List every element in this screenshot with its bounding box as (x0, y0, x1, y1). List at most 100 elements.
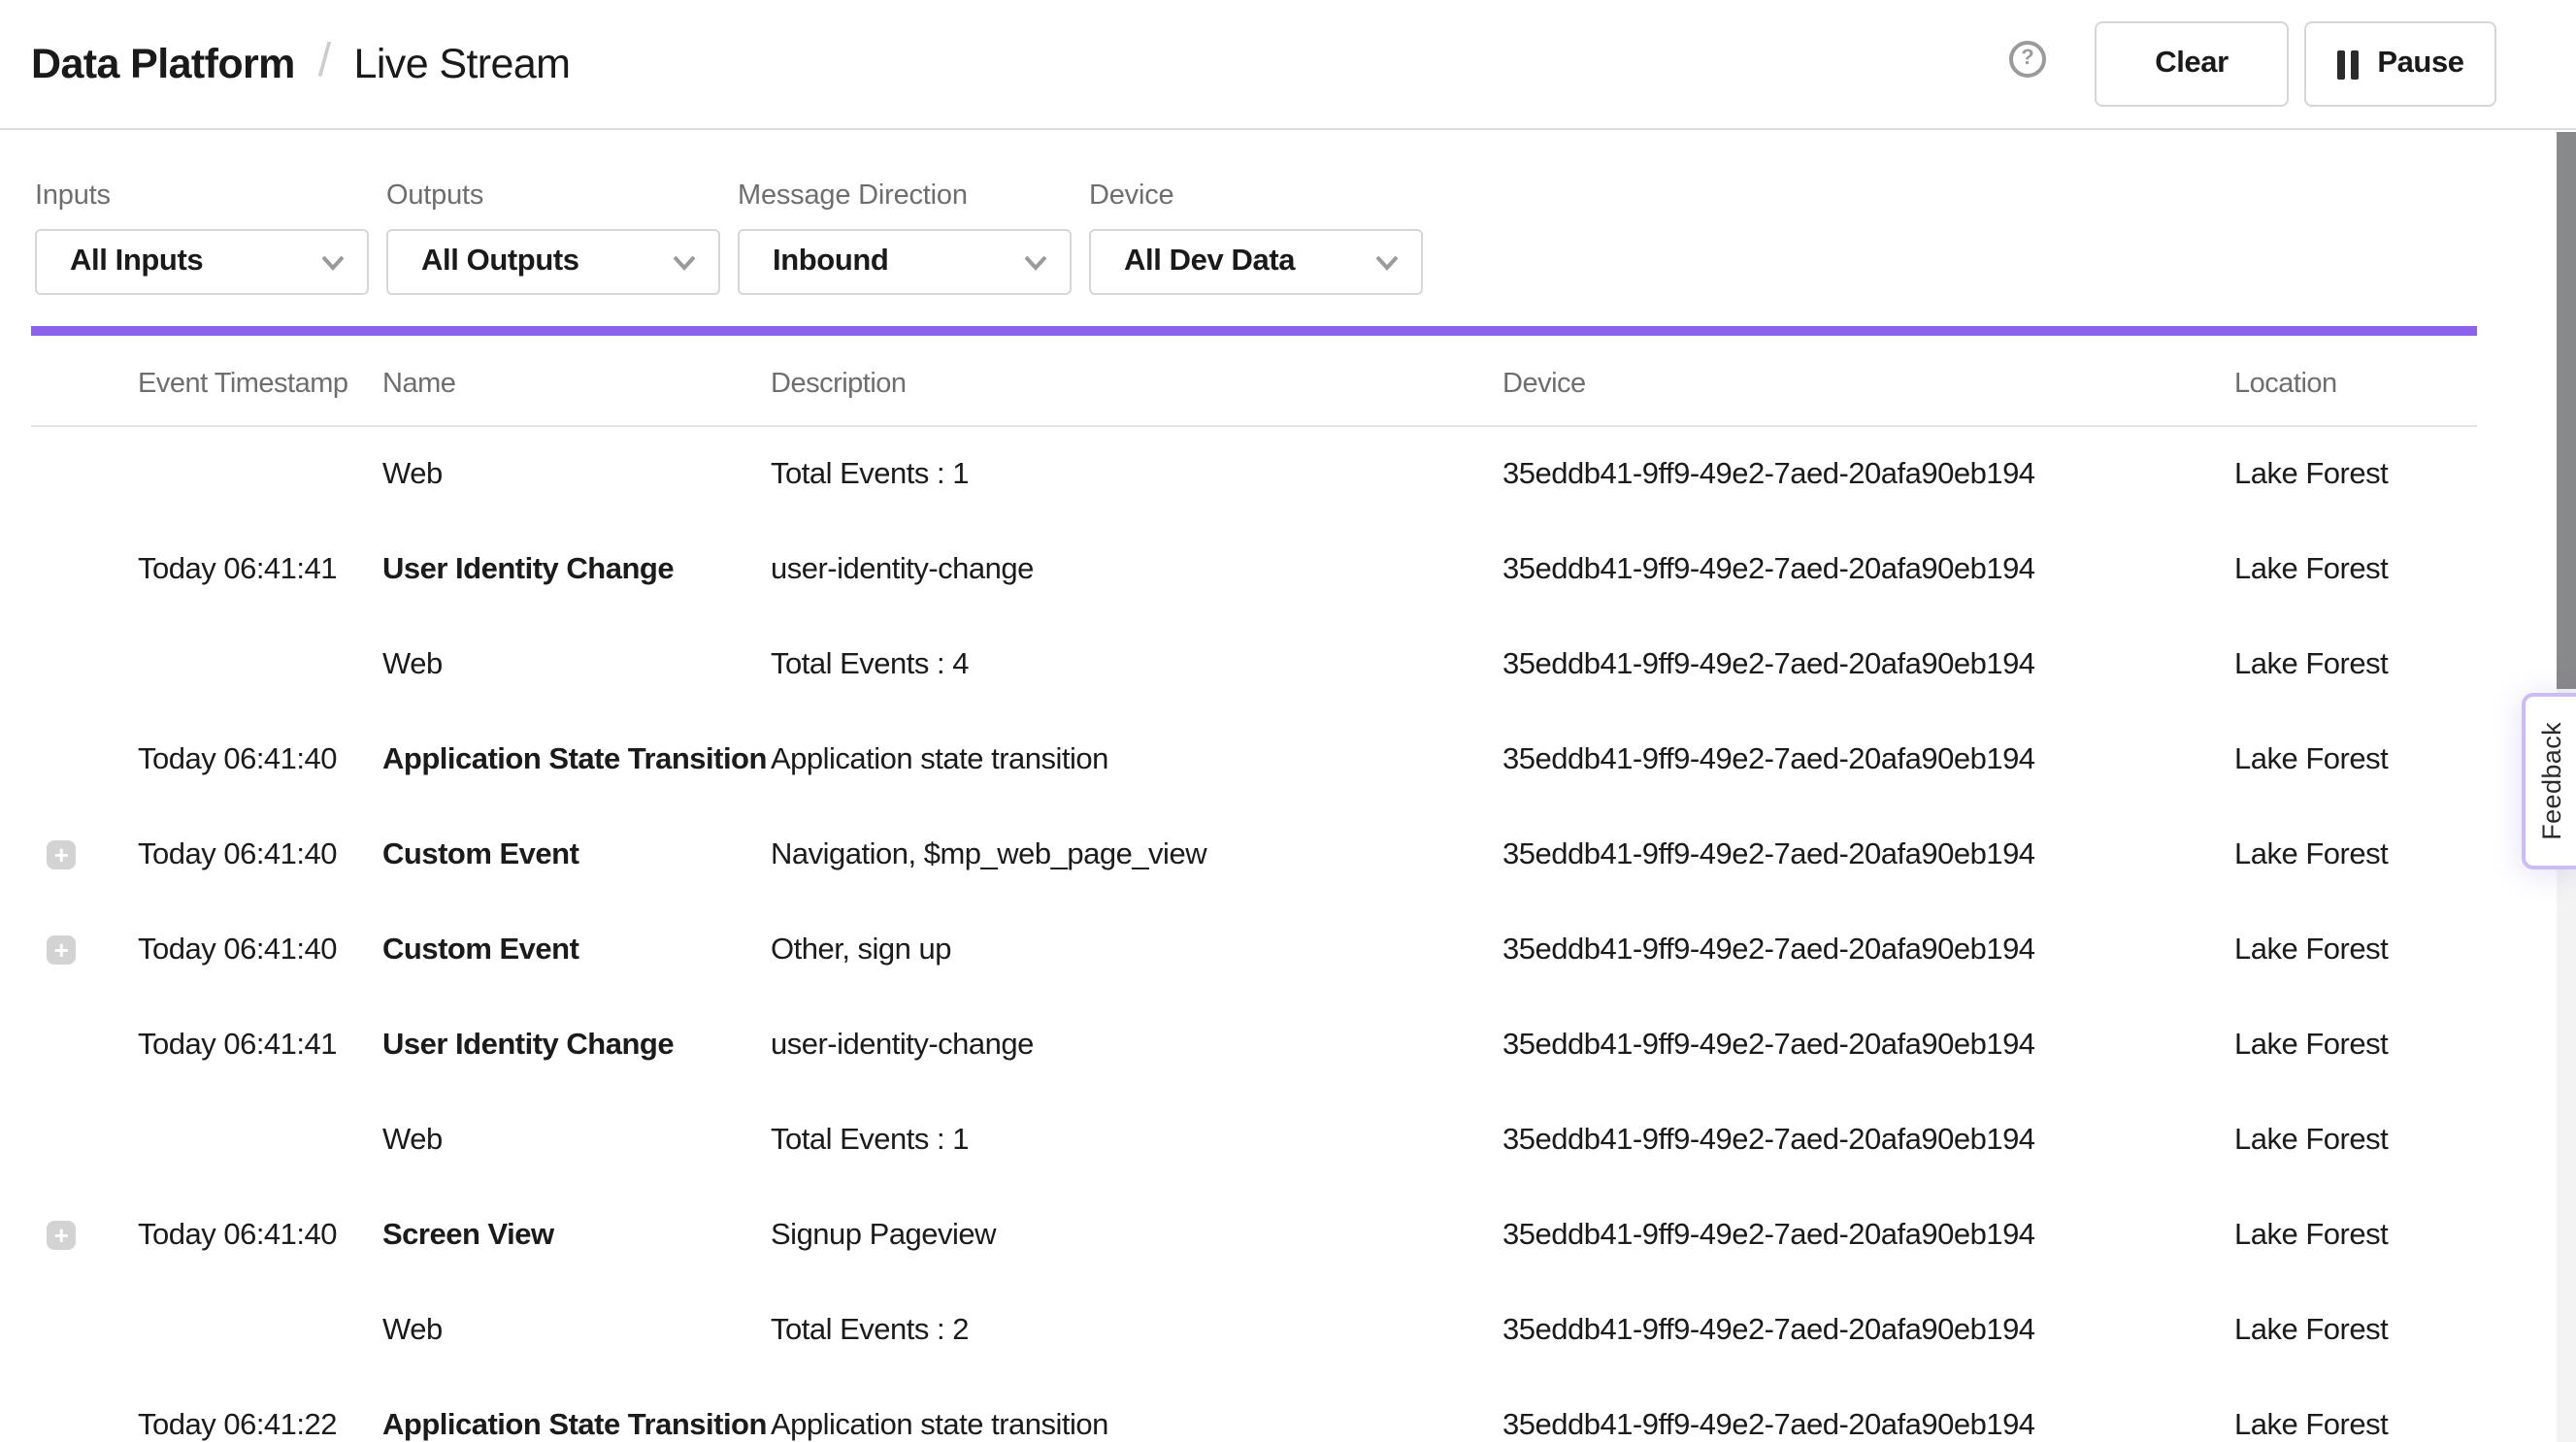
event-name-cell: Web (382, 457, 771, 492)
event-timestamp-cell: Today 06:41:40 (138, 1218, 382, 1253)
location-cell: Lake Forest (2234, 457, 2477, 492)
table-row[interactable]: + Today 06:41:41 User Identity Change us… (31, 522, 2477, 617)
description-cell: Application state transition (771, 1408, 1503, 1442)
event-timestamp-cell: Today 06:41:40 (138, 742, 382, 777)
pause-button[interactable]: Pause (2304, 21, 2496, 107)
expand-button[interactable]: + (47, 935, 76, 965)
event-name-cell: Web (382, 1123, 771, 1158)
location-cell: Lake Forest (2234, 647, 2477, 682)
table-row[interactable]: + Today 06:41:40 Screen View Signup Page… (31, 1188, 2477, 1283)
event-timestamp-cell: Today 06:41:40 (138, 837, 382, 872)
expand-button[interactable]: + (47, 840, 76, 869)
event-timestamp-cell: Today 06:41:22 (138, 1408, 382, 1442)
event-name-cell: Application State Transition (382, 742, 771, 777)
device-cell: 35eddb41-9ff9-49e2-7aed-20afa90eb194 (1503, 457, 2234, 492)
breadcrumb: Data Platform / Live Stream (31, 37, 570, 91)
device-cell: 35eddb41-9ff9-49e2-7aed-20afa90eb194 (1503, 1313, 2234, 1348)
live-stream-page: Data Platform / Live Stream ? Clear Paus… (0, 0, 2576, 1442)
scrollbar-thumb[interactable] (2557, 132, 2576, 689)
filter-message-direction: Message Direction Inbound (738, 180, 1072, 295)
pause-icon (2336, 49, 2358, 79)
message-direction-dropdown-value: Inbound (773, 245, 888, 279)
device-dropdown-value: All Dev Data (1124, 245, 1295, 279)
event-name-cell: User Identity Change (382, 552, 771, 587)
location-cell: Lake Forest (2234, 933, 2477, 967)
filter-outputs: Outputs All Outputs (386, 180, 720, 295)
table-row[interactable]: + Web Total Events : 2 35eddb41-9ff9-49e… (31, 1283, 2477, 1378)
location-cell: Lake Forest (2234, 742, 2477, 777)
inputs-dropdown-value: All Inputs (70, 245, 203, 279)
column-header-location: Location (2234, 369, 2477, 400)
filter-message-direction-label: Message Direction (738, 180, 1072, 212)
filter-device: Device All Dev Data (1089, 180, 1423, 295)
inputs-dropdown[interactable]: All Inputs (35, 229, 369, 295)
location-cell: Lake Forest (2234, 552, 2477, 587)
description-cell: user-identity-change (771, 1028, 1503, 1063)
expand-button[interactable]: + (47, 1221, 76, 1250)
breadcrumb-separator: / (318, 35, 331, 89)
description-cell: Navigation, $mp_web_page_view (771, 837, 1503, 872)
event-name-cell: Web (382, 1313, 771, 1348)
description-cell: Application state transition (771, 742, 1503, 777)
description-cell: Total Events : 2 (771, 1313, 1503, 1348)
location-cell: Lake Forest (2234, 1408, 2477, 1442)
event-name-cell: Custom Event (382, 933, 771, 967)
table-row[interactable]: + Web Total Events : 1 35eddb41-9ff9-49e… (31, 1093, 2477, 1188)
device-cell: 35eddb41-9ff9-49e2-7aed-20afa90eb194 (1503, 742, 2234, 777)
device-cell: 35eddb41-9ff9-49e2-7aed-20afa90eb194 (1503, 1123, 2234, 1158)
chevron-down-icon (320, 253, 346, 271)
chevron-down-icon (1023, 253, 1048, 271)
event-table: Event Timestamp Name Description Device … (31, 336, 2477, 1442)
table-row[interactable]: + Web Total Events : 4 35eddb41-9ff9-49e… (31, 617, 2477, 712)
filter-inputs: Inputs All Inputs (35, 180, 369, 295)
description-cell: Total Events : 4 (771, 647, 1503, 682)
location-cell: Lake Forest (2234, 1123, 2477, 1158)
outputs-dropdown-value: All Outputs (421, 245, 579, 279)
location-cell: Lake Forest (2234, 1028, 2477, 1063)
page-title: Live Stream (354, 40, 571, 88)
message-direction-dropdown[interactable]: Inbound (738, 229, 1072, 295)
filter-outputs-label: Outputs (386, 180, 720, 212)
chevron-down-icon (672, 253, 697, 271)
accent-bar (31, 326, 2477, 336)
table-row[interactable]: + Today 06:41:41 User Identity Change us… (31, 998, 2477, 1093)
clear-button[interactable]: Clear (2095, 21, 2289, 107)
device-cell: 35eddb41-9ff9-49e2-7aed-20afa90eb194 (1503, 933, 2234, 967)
location-cell: Lake Forest (2234, 1218, 2477, 1253)
outputs-dropdown[interactable]: All Outputs (386, 229, 720, 295)
device-cell: 35eddb41-9ff9-49e2-7aed-20afa90eb194 (1503, 1218, 2234, 1253)
device-cell: 35eddb41-9ff9-49e2-7aed-20afa90eb194 (1503, 1408, 2234, 1442)
event-timestamp-cell: Today 06:41:40 (138, 933, 382, 967)
event-name-cell: Web (382, 647, 771, 682)
event-name-cell: Application State Transition (382, 1408, 771, 1442)
feedback-tab-label: Feedback (2536, 722, 2565, 840)
column-header-event-timestamp: Event Timestamp (138, 369, 382, 400)
event-timestamp-cell: Today 06:41:41 (138, 1028, 382, 1063)
pause-button-label: Pause (2377, 47, 2463, 82)
table-row[interactable]: + Today 06:41:40 Custom Event Other, sig… (31, 902, 2477, 998)
device-dropdown[interactable]: All Dev Data (1089, 229, 1423, 295)
description-cell: user-identity-change (771, 552, 1503, 587)
help-icon[interactable]: ? (2009, 40, 2046, 77)
description-cell: Other, sign up (771, 933, 1503, 967)
location-cell: Lake Forest (2234, 1313, 2477, 1348)
table-header-row: Event Timestamp Name Description Device … (31, 336, 2477, 427)
table-row[interactable]: + Today 06:41:22 Application State Trans… (31, 1378, 2477, 1442)
column-header-description: Description (771, 369, 1503, 400)
device-cell: 35eddb41-9ff9-49e2-7aed-20afa90eb194 (1503, 837, 2234, 872)
page-header: Data Platform / Live Stream ? Clear Paus… (0, 0, 2576, 130)
filter-inputs-label: Inputs (35, 180, 369, 212)
filter-device-label: Device (1089, 180, 1423, 212)
device-cell: 35eddb41-9ff9-49e2-7aed-20afa90eb194 (1503, 1028, 2234, 1063)
table-row[interactable]: + Today 06:41:40 Application State Trans… (31, 712, 2477, 807)
breadcrumb-data-platform[interactable]: Data Platform (31, 40, 295, 88)
device-cell: 35eddb41-9ff9-49e2-7aed-20afa90eb194 (1503, 552, 2234, 587)
header-actions: ? Clear Pause (2009, 21, 2496, 107)
feedback-tab[interactable]: Feedback (2522, 693, 2576, 869)
description-cell: Total Events : 1 (771, 457, 1503, 492)
table-row[interactable]: + Today 06:41:40 Custom Event Navigation… (31, 807, 2477, 902)
event-name-cell: Screen View (382, 1218, 771, 1253)
column-header-device: Device (1503, 369, 2234, 400)
table-row[interactable]: + Web Total Events : 1 35eddb41-9ff9-49e… (31, 427, 2477, 522)
event-name-cell: User Identity Change (382, 1028, 771, 1063)
